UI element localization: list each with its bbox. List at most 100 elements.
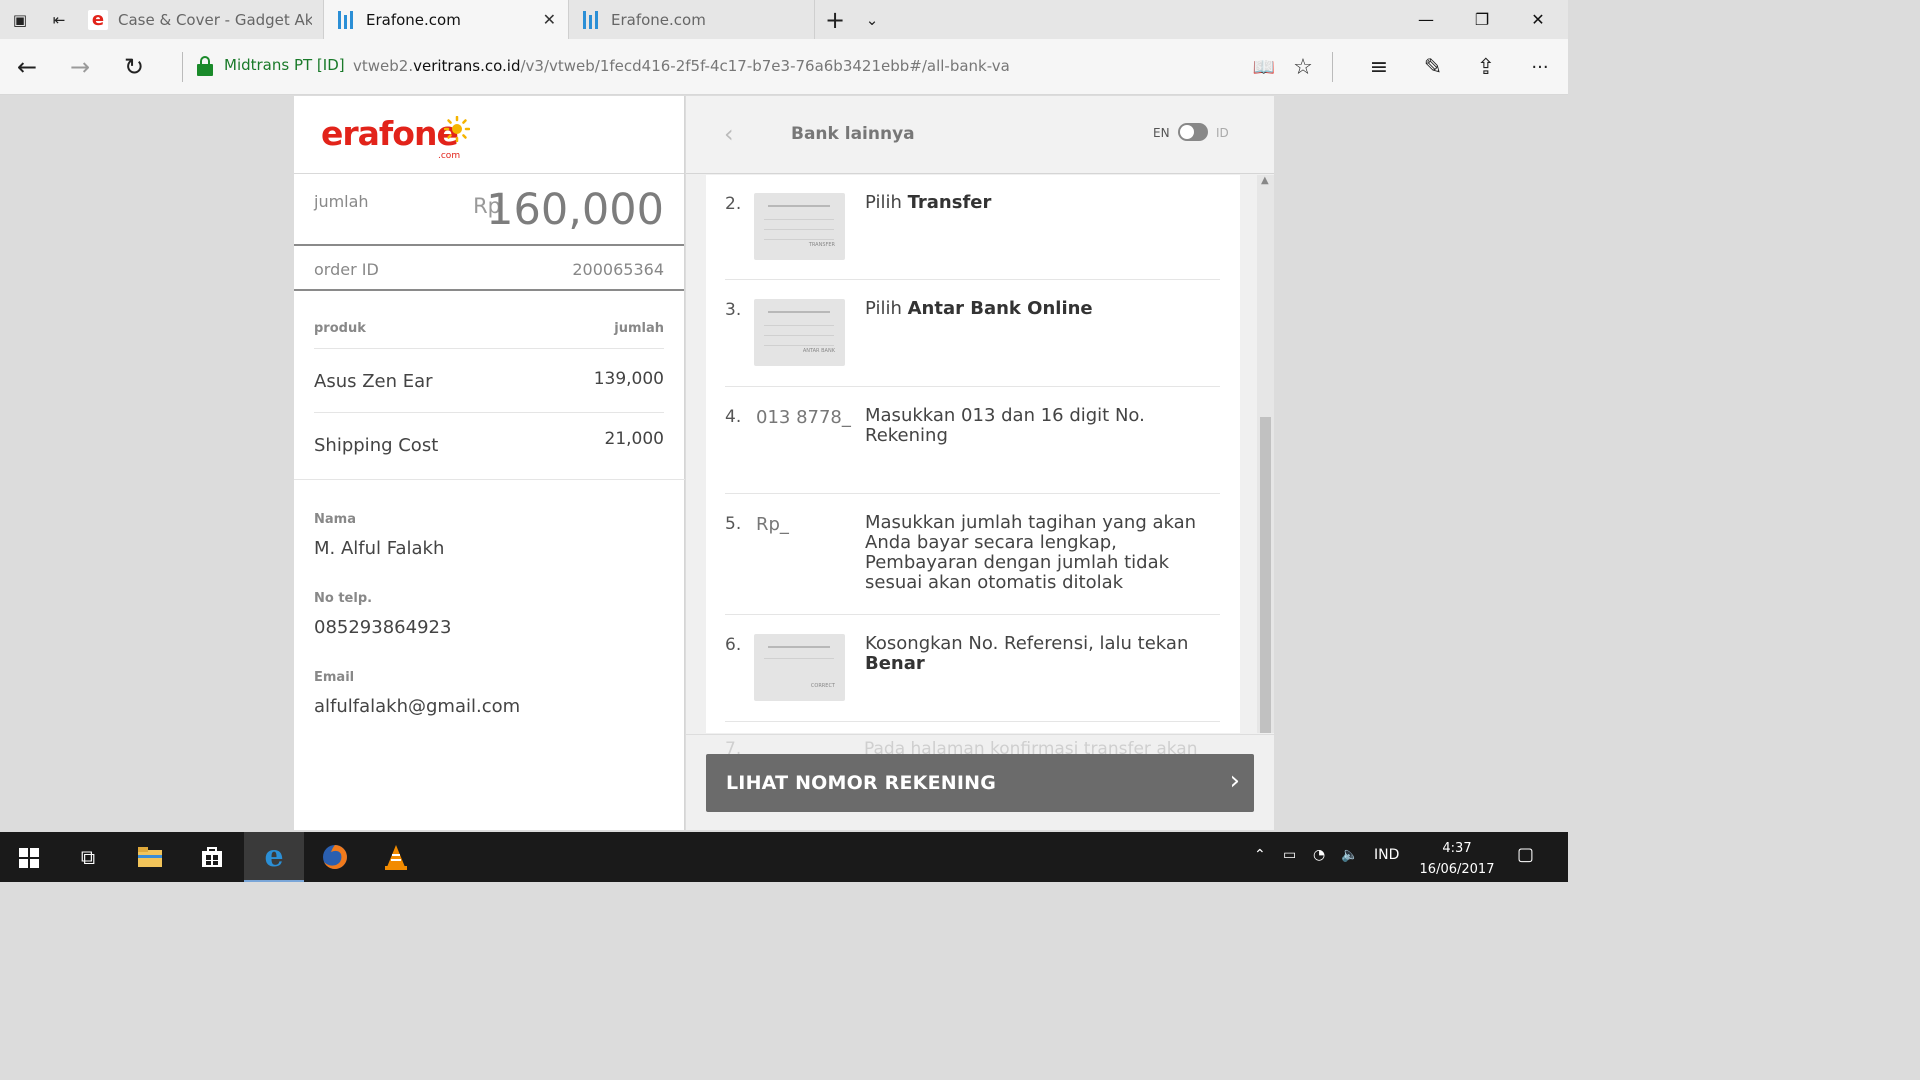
thumb-caption: ANTAR BANK xyxy=(802,348,835,354)
tab-label: Erafone.com xyxy=(366,10,461,29)
refresh-button[interactable]: ↻ xyxy=(114,47,154,87)
volume-icon[interactable]: 🔈 xyxy=(1341,847,1358,863)
language-id-label: ID xyxy=(1216,126,1229,140)
clock-time: 4:37 xyxy=(1442,841,1472,856)
erafone-logo-com: .com xyxy=(438,151,461,161)
view-account-number-button[interactable]: LIHAT NOMOR REKENING › xyxy=(706,754,1254,812)
store-icon[interactable] xyxy=(182,832,242,882)
start-button[interactable] xyxy=(0,832,60,882)
url-prefix: vtweb2. xyxy=(353,57,414,75)
tab-label: Erafone.com xyxy=(611,10,706,29)
input-language[interactable]: IND xyxy=(1374,847,1399,863)
url-path: /v3/vtweb/1fecd416-2f5f-4c17-b7e3-76a6b3… xyxy=(520,57,1010,75)
step-code: Rp_ xyxy=(756,514,789,535)
clock-date: 16/06/2017 xyxy=(1419,862,1495,877)
more-icon[interactable]: ··· xyxy=(1522,49,1558,85)
edge-icon[interactable]: e xyxy=(244,832,304,882)
step-text: Pilih Transfer xyxy=(865,192,992,213)
order-id-value: 200065364 xyxy=(572,260,664,279)
new-tab-button[interactable]: + xyxy=(815,0,855,39)
items-header: produk jumlah xyxy=(314,291,664,349)
item-name: Shipping Cost xyxy=(314,435,439,456)
step-number: 5. xyxy=(725,514,742,534)
minimize-button[interactable]: — xyxy=(1398,0,1454,39)
share-icon[interactable]: ⇪ xyxy=(1468,49,1504,85)
reading-view-icon[interactable]: 📖 xyxy=(1246,49,1282,85)
vlc-icon[interactable] xyxy=(366,832,426,882)
tab-erafone-active[interactable]: Erafone.com ✕ xyxy=(324,0,569,39)
language-toggle[interactable] xyxy=(1178,123,1208,141)
close-window-button[interactable]: ✕ xyxy=(1510,0,1566,39)
list-item: 3. ANTAR BANK Pilih Antar Bank Online xyxy=(725,281,1220,387)
atm-screen-illustration: ANTAR BANK xyxy=(754,299,845,366)
step-text: Masukkan jumlah tagihan yang akan Anda b… xyxy=(865,512,1197,593)
amount-row: jumlah Rp 160,000 xyxy=(294,174,684,246)
tab-list-button[interactable]: ⌄ xyxy=(852,0,892,39)
footer-area: 7. Pada halaman konfirmasi transfer akan… xyxy=(686,734,1274,830)
list-item: 4. 013 8778_ Masukkan 013 dan 16 digit N… xyxy=(725,388,1220,494)
taskbar: ⧉ e ⌃ ▭ ◔ 🔈 IND 4:37 16/06/2017 ▢ xyxy=(0,832,1568,882)
total-amount: 160,000 xyxy=(486,185,664,235)
thumb-caption: CORRECT xyxy=(810,683,835,689)
steps-list[interactable]: 2. TRANSFER Pilih Transfer 3. ANTAR BANK… xyxy=(706,175,1240,733)
tab-bar: ▣ ⇤ e Case & Cover - Gadget Aks Erafone.… xyxy=(0,0,1568,39)
divider xyxy=(182,52,183,82)
list-item: 5. Rp_ Masukkan jumlah tagihan yang akan… xyxy=(725,495,1220,615)
customer-phone: 085293864923 xyxy=(314,617,452,638)
tab-preview-icon[interactable]: ▣ xyxy=(0,0,40,39)
button-label: LIHAT NOMOR REKENING xyxy=(726,772,997,794)
url-field[interactable]: vtweb2.veritrans.co.id/v3/vtweb/1fecd416… xyxy=(353,57,1010,75)
step-text: Kosongkan No. Referensi, lalu tekan Bena… xyxy=(865,633,1189,674)
customer-email: alfulfalakh@gmail.com xyxy=(314,696,521,717)
windows-icon xyxy=(19,848,39,868)
step-number: 3. xyxy=(725,300,742,320)
amount-column-header: jumlah xyxy=(614,321,664,336)
set-tabs-aside-icon[interactable]: ⇤ xyxy=(39,0,79,39)
scrollbar-thumb[interactable] xyxy=(1260,417,1271,733)
list-item: 6. CORRECT Kosongkan No. Referensi, lalu… xyxy=(725,616,1220,722)
page-title: Bank lainnya xyxy=(791,124,915,144)
tab-erafone[interactable]: Erafone.com xyxy=(569,0,815,39)
step-number: 2. xyxy=(725,194,742,214)
phone-label: No telp. xyxy=(314,591,373,606)
scrollbar[interactable]: ▲ xyxy=(1257,175,1274,733)
tab-label: Case & Cover - Gadget Aks xyxy=(118,10,312,29)
show-hidden-icons-icon[interactable]: ⌃ xyxy=(1254,847,1266,863)
wifi-icon[interactable]: ◔ xyxy=(1313,847,1325,863)
order-summary-panel: erafone .com jumlah Rp 160,000 order ID … xyxy=(294,96,685,830)
restore-button[interactable]: ❐ xyxy=(1454,0,1510,39)
divider xyxy=(1332,52,1333,82)
step-number: 4. xyxy=(725,407,742,427)
item-price: 139,000 xyxy=(593,369,664,389)
step-text: Pilih Antar Bank Online xyxy=(865,298,1093,319)
forward-button[interactable]: → xyxy=(60,47,100,87)
amount-label: jumlah xyxy=(314,192,369,211)
firefox-icon[interactable] xyxy=(305,832,365,882)
clock[interactable]: 4:37 16/06/2017 xyxy=(1418,838,1496,880)
atm-screen-illustration: TRANSFER xyxy=(754,193,845,260)
step-number: 6. xyxy=(725,635,742,655)
scroll-up-icon[interactable]: ▲ xyxy=(1261,175,1269,186)
close-tab-icon[interactable]: ✕ xyxy=(543,10,556,29)
email-label: Email xyxy=(314,670,355,685)
thumb-caption: TRANSFER xyxy=(808,242,835,248)
sun-icon xyxy=(444,116,470,142)
web-note-icon[interactable]: ✎ xyxy=(1415,49,1451,85)
file-explorer-icon[interactable] xyxy=(120,832,180,882)
chevron-right-icon: › xyxy=(1229,766,1240,796)
name-label: Nama xyxy=(314,512,356,527)
back-chevron-icon[interactable]: ‹ xyxy=(724,120,734,148)
language-en-label: EN xyxy=(1153,126,1170,140)
battery-icon[interactable]: ▭ xyxy=(1283,847,1296,863)
task-view-icon[interactable]: ⧉ xyxy=(58,832,118,882)
item-name: Asus Zen Ear xyxy=(314,371,433,392)
favorite-star-icon[interactable]: ☆ xyxy=(1285,49,1321,85)
payment-instructions-panel: ‹ Bank lainnya EN ID 2. TRANSFER Pilih T… xyxy=(686,96,1274,830)
lock-icon[interactable] xyxy=(197,56,213,76)
certificate-label[interactable]: Midtrans PT [ID] xyxy=(224,56,345,74)
hub-icon[interactable]: ≡ xyxy=(1361,49,1397,85)
tab-case-cover[interactable]: e Case & Cover - Gadget Aks xyxy=(78,0,324,39)
action-center-icon[interactable]: ▢ xyxy=(1517,844,1534,865)
back-button[interactable]: ← xyxy=(7,47,47,87)
erafone-e-icon: e xyxy=(88,9,108,30)
